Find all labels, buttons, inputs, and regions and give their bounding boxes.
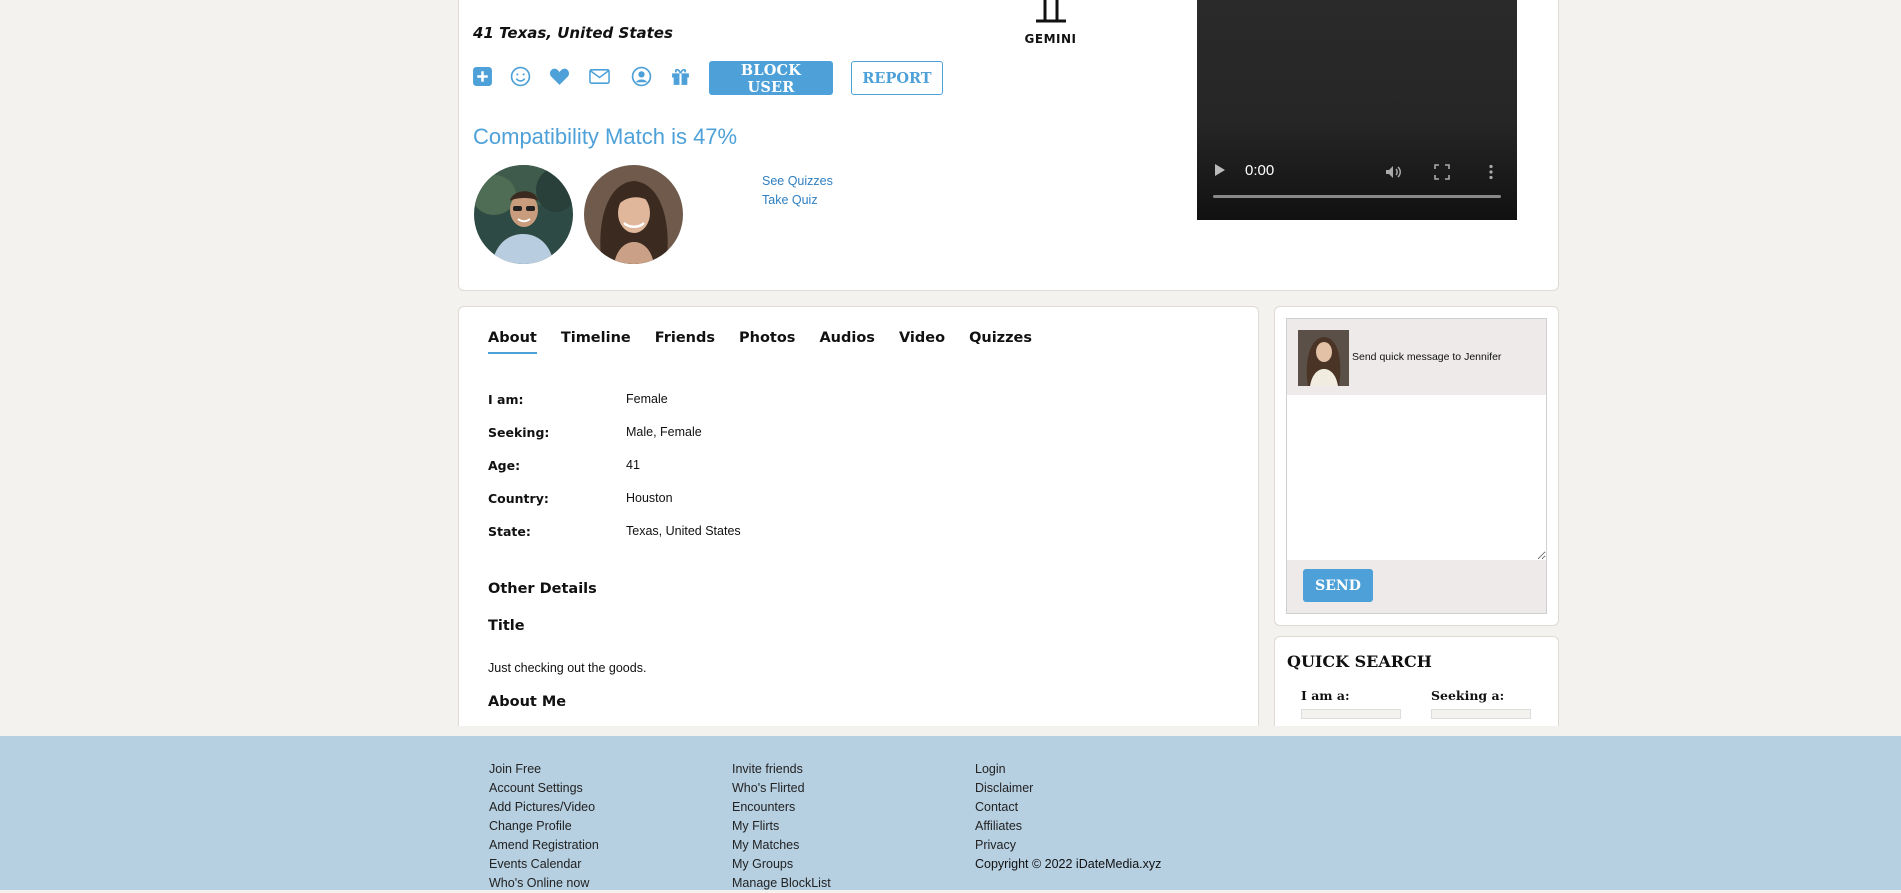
footer-link[interactable]: Add Pictures/Video bbox=[489, 798, 599, 817]
volume-icon[interactable] bbox=[1384, 163, 1402, 181]
recipient-thumbnail bbox=[1298, 330, 1349, 386]
footer-link[interactable]: Login bbox=[975, 760, 1161, 779]
play-icon[interactable] bbox=[1215, 164, 1225, 176]
footer-link[interactable]: Amend Registration bbox=[489, 836, 599, 855]
i-am-label: I am a: bbox=[1301, 688, 1350, 703]
copyright-text: Copyright © 2022 iDateMedia.xyz bbox=[975, 857, 1162, 871]
compatibility-text: Compatibility Match is 47% bbox=[473, 124, 738, 149]
tab-video[interactable]: Video bbox=[899, 330, 945, 354]
footer-link[interactable]: My Groups bbox=[732, 855, 831, 874]
detail-value: Houston bbox=[626, 491, 673, 505]
block-user-button[interactable]: BLOCK USER bbox=[709, 61, 833, 96]
gift-icon[interactable] bbox=[668, 64, 692, 88]
more-options-icon[interactable] bbox=[1482, 163, 1500, 181]
heart-icon[interactable] bbox=[547, 64, 571, 88]
detail-value: Male, Female bbox=[626, 425, 702, 439]
footer-link[interactable]: Privacy bbox=[975, 836, 1161, 855]
video-player[interactable]: 0:00 bbox=[1197, 0, 1517, 220]
footer-link[interactable]: Change Profile bbox=[489, 817, 599, 836]
tab-friends[interactable]: Friends bbox=[655, 330, 715, 354]
footer-link[interactable]: Who's Online now bbox=[489, 874, 599, 893]
detail-label: State: bbox=[488, 524, 531, 539]
location-line: 41 Texas, United States bbox=[473, 24, 673, 42]
send-button[interactable]: SEND bbox=[1303, 569, 1373, 602]
user-avatar-male bbox=[474, 165, 573, 264]
footer-column-account: Join Free Account Settings Add Pictures/… bbox=[489, 760, 599, 893]
take-quiz-link[interactable]: Take Quiz bbox=[762, 193, 818, 207]
footer-link[interactable]: Who's Flirted bbox=[732, 779, 831, 798]
i-am-select[interactable] bbox=[1301, 709, 1401, 719]
report-button[interactable]: REPORT bbox=[851, 61, 943, 95]
detail-label: Country: bbox=[488, 491, 549, 506]
title-heading: Title bbox=[488, 618, 525, 634]
smile-icon[interactable] bbox=[508, 64, 532, 88]
profile-icon[interactable] bbox=[629, 64, 653, 88]
footer-column-info: Login Disclaimer Contact Affiliates Priv… bbox=[975, 760, 1161, 874]
footer-link[interactable]: Encounters bbox=[732, 798, 831, 817]
about-me-heading: About Me bbox=[488, 694, 567, 710]
tab-audios[interactable]: Audios bbox=[819, 330, 875, 354]
detail-value: Texas, United States bbox=[626, 524, 741, 538]
detail-value: 41 bbox=[626, 458, 640, 472]
tab-timeline[interactable]: Timeline bbox=[561, 330, 631, 354]
video-progress-bar[interactable] bbox=[1213, 195, 1501, 198]
quick-message-label: Send quick message to Jennifer bbox=[1352, 351, 1502, 363]
footer-link[interactable]: Events Calendar bbox=[489, 855, 599, 874]
profile-tabs: About Timeline Friends Photos Audios Vid… bbox=[488, 330, 1056, 354]
user-avatar-female bbox=[584, 165, 683, 264]
fullscreen-icon[interactable] bbox=[1433, 163, 1451, 181]
footer-link[interactable]: Contact bbox=[975, 798, 1161, 817]
footer bbox=[0, 736, 1901, 890]
footer-link[interactable]: Join Free bbox=[489, 760, 599, 779]
footer-link[interactable]: My Flirts bbox=[732, 817, 831, 836]
detail-label: Age: bbox=[488, 458, 521, 473]
footer-link[interactable]: Disclaimer bbox=[975, 779, 1161, 798]
video-time: 0:00 bbox=[1245, 162, 1275, 179]
footer-link[interactable]: Manage BlockList bbox=[732, 874, 831, 893]
tab-photos[interactable]: Photos bbox=[739, 330, 795, 354]
footer-column-social: Invite friends Who's Flirted Encounters … bbox=[732, 760, 831, 893]
other-details-heading: Other Details bbox=[488, 581, 597, 597]
mail-icon[interactable] bbox=[587, 64, 611, 88]
see-quizzes-link[interactable]: See Quizzes bbox=[762, 174, 833, 188]
detail-value: Female bbox=[626, 392, 668, 406]
seeking-select[interactable] bbox=[1431, 709, 1531, 719]
quick-message-input[interactable] bbox=[1287, 395, 1546, 560]
footer-link[interactable]: Invite friends bbox=[732, 760, 831, 779]
detail-label: Seeking: bbox=[488, 425, 550, 440]
quick-search-title: QUICK SEARCH bbox=[1287, 652, 1432, 671]
footer-link[interactable]: Account Settings bbox=[489, 779, 599, 798]
tab-quizzes[interactable]: Quizzes bbox=[969, 330, 1032, 354]
title-text: Just checking out the goods. bbox=[488, 661, 647, 675]
gemini-icon bbox=[1036, 0, 1066, 23]
tab-about[interactable]: About bbox=[488, 330, 537, 354]
zodiac-label: GEMINI bbox=[1024, 32, 1077, 46]
add-icon[interactable] bbox=[470, 64, 494, 88]
seeking-label: Seeking a: bbox=[1431, 688, 1505, 703]
footer-link[interactable]: My Matches bbox=[732, 836, 831, 855]
detail-label: I am: bbox=[488, 392, 524, 407]
footer-link[interactable]: Affiliates bbox=[975, 817, 1161, 836]
